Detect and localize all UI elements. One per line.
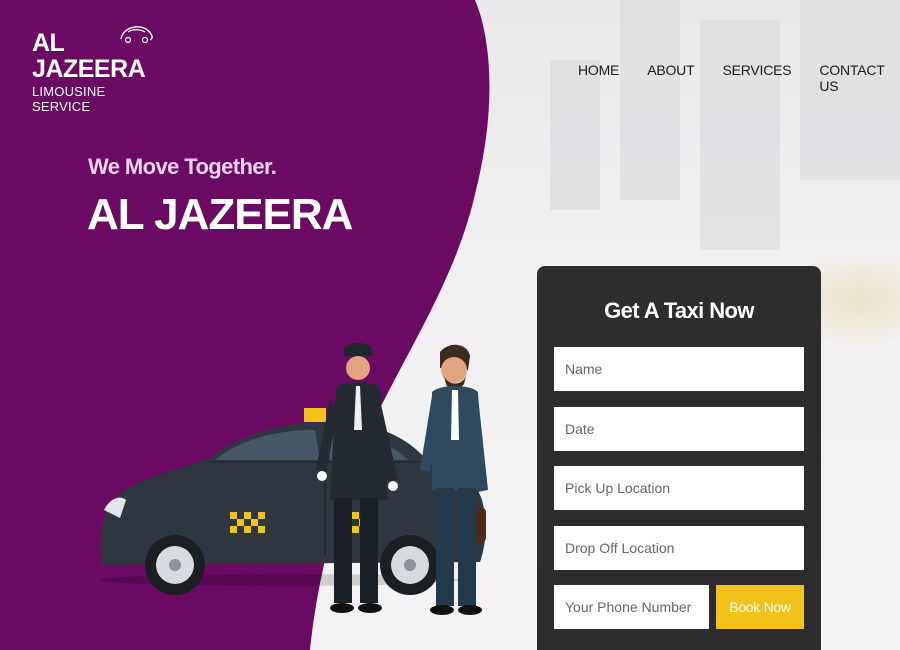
date-field[interactable] [554,407,804,451]
nav-contact-us[interactable]: CONTACT US [819,62,900,94]
pickup-location-field[interactable] [554,466,804,510]
hero-title: AL JAZEERA [87,190,353,239]
nav-services[interactable]: SERVICES [722,62,791,94]
nav-home[interactable]: HOME [578,62,619,94]
book-now-button[interactable]: Book Now [716,585,804,629]
nav-about[interactable]: ABOUT [647,62,694,94]
brand-logo[interactable]: AL JAZEERA LIMOUSINE SERVICE [32,26,162,114]
brand-subtitle: LIMOUSINE SERVICE [32,84,106,114]
taxi-illustration [100,343,488,615]
dropoff-location-field[interactable] [554,526,804,570]
logo-car-icon [120,26,153,44]
booking-panel: Get A Taxi Now Book Now [537,266,821,650]
main-nav: HOME ABOUT SERVICES CONTACT US [578,62,900,94]
phone-field[interactable] [554,585,709,629]
booking-title: Get A Taxi Now [604,298,754,323]
hero-tagline: We Move Together. [88,154,277,179]
name-field[interactable] [554,347,804,391]
